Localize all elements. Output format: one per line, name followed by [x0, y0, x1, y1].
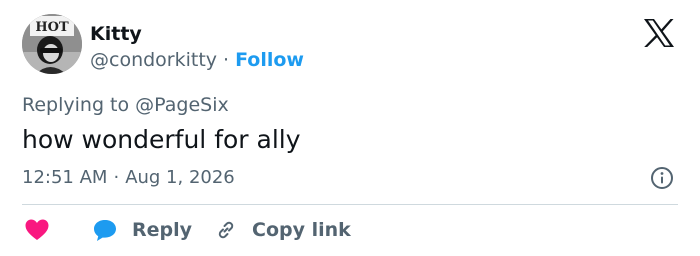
speech-bubble-icon [94, 220, 116, 241]
tweet-embed-card: HOT Kitty @condorkitty · Follow Replying t… [0, 0, 700, 256]
copy-link-button[interactable]: Copy link [214, 214, 351, 246]
like-button[interactable] [24, 214, 50, 246]
copy-link-label: Copy link [252, 219, 351, 241]
handle-separator: · [223, 49, 230, 71]
reply-mention-link[interactable]: @PageSix [135, 94, 229, 116]
tweet-text: how wonderful for ally [22, 125, 301, 154]
timestamp-separator: · [113, 167, 120, 188]
display-name[interactable]: Kitty [90, 22, 142, 46]
reply-button[interactable]: Reply [92, 214, 192, 246]
action-bar: Reply Copy link [22, 214, 682, 246]
tweet-time: 12:51 AM [22, 167, 108, 188]
follow-button[interactable]: Follow [235, 49, 304, 71]
avatar-image: HOT [22, 14, 82, 74]
reply-context-prefix: Replying to [22, 94, 130, 116]
avatar[interactable]: HOT [22, 14, 82, 74]
tweet-date: Aug 1, 2026 [125, 167, 235, 188]
reply-label: Reply [132, 219, 193, 241]
link-icon [218, 221, 234, 239]
x-logo-icon[interactable] [642, 18, 676, 48]
info-icon[interactable] [650, 166, 674, 190]
handle-line: @condorkitty · Follow [90, 48, 304, 72]
user-handle[interactable]: @condorkitty [90, 49, 217, 71]
heart-icon [25, 219, 49, 240]
reply-context: Replying to @PageSix [22, 92, 229, 118]
divider [22, 204, 678, 205]
avatar-sign-text: HOT [35, 20, 69, 35]
tweet-timestamp[interactable]: 12:51 AM · Aug 1, 2026 [22, 166, 235, 190]
